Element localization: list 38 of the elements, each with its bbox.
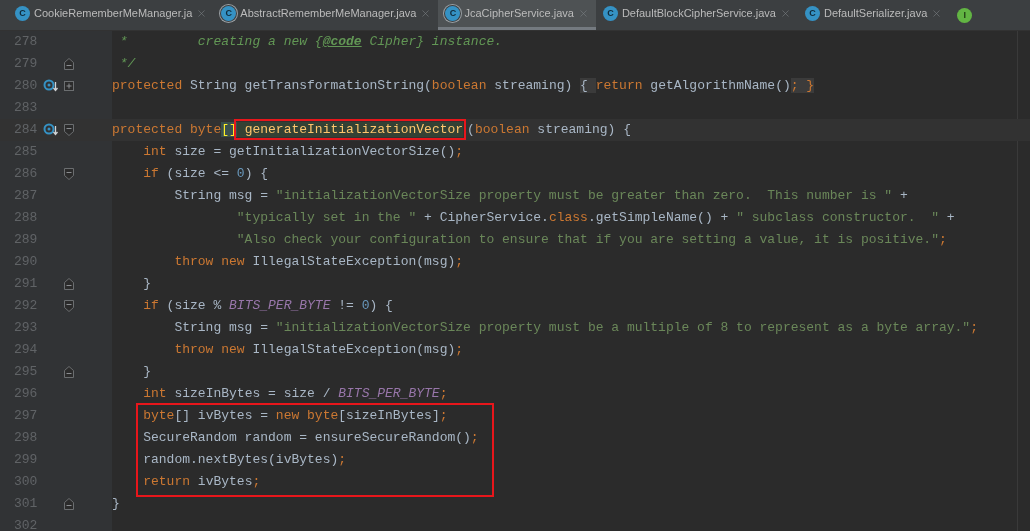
code-line: protected String getTransformationString(boolean streaming) { return getAlgorithmName(); } xyxy=(112,77,815,95)
code-line: int size = getInitializationVectorSize(); xyxy=(142,143,464,161)
fold-icon[interactable] xyxy=(64,124,74,136)
code-line: random.nextBytes(ivBytes); xyxy=(142,451,347,469)
override-icon[interactable] xyxy=(43,79,59,93)
code-line: } xyxy=(142,363,151,381)
class-icon: C xyxy=(221,6,237,21)
expand-fold-icon[interactable] xyxy=(64,81,74,91)
fold-icon[interactable] xyxy=(64,168,74,180)
code-line: */ xyxy=(118,55,136,73)
fold-end-icon[interactable] xyxy=(64,366,74,378)
code-line: if (size % BITS_PER_BYTE != 0) { xyxy=(142,297,393,315)
fold-end-icon[interactable] xyxy=(64,278,74,290)
fold-end-icon[interactable] xyxy=(64,58,74,70)
code-line: if (size <= 0) { xyxy=(142,165,269,183)
code-line: SecureRandom random = ensureSecureRandom(); xyxy=(142,429,479,447)
fold-icon[interactable] xyxy=(64,300,74,312)
class-icon: C xyxy=(602,6,618,21)
class-icon: C xyxy=(445,6,461,21)
code-line: "typically set in the " + CipherService.class.getSimpleName() + " subclass constructor. " + xyxy=(235,209,955,227)
class-icon: C xyxy=(15,6,30,21)
code-line: protected byte[] generateInitializationVector (boolean streaming) { xyxy=(112,121,631,139)
code-line: } xyxy=(142,275,151,293)
code-line: throw new IllegalStateException(msg); xyxy=(173,341,464,359)
code-line: return ivBytes; xyxy=(142,473,261,491)
code-line: throw new IllegalStateException(msg); xyxy=(173,253,464,271)
code-line: byte[] ivBytes = new byte[sizeInBytes]; xyxy=(142,407,448,425)
code-line: String msg = "initializationVectorSize property must be a multiple of 8 to represent as a byte array."; xyxy=(173,319,978,337)
code-line: * creating a new {@code Cipher} instance. xyxy=(118,33,503,51)
code-line: } xyxy=(112,495,120,513)
class-icon: C xyxy=(804,6,820,21)
code-line: "Also check your configuration to ensure that if you are setting a value, it is positive."; xyxy=(235,231,947,249)
override-icon[interactable] xyxy=(43,123,59,137)
fold-end-icon[interactable] xyxy=(64,498,74,510)
code-line: int sizeInBytes = size / BITS_PER_BYTE; xyxy=(142,385,448,403)
editor-tab[interactable]: C JcaCipherService.java xyxy=(438,0,596,30)
code-line: String msg = "initializationVectorSize property must be greater than zero. This number is " + xyxy=(173,187,908,205)
interface-icon: I xyxy=(957,7,973,23)
